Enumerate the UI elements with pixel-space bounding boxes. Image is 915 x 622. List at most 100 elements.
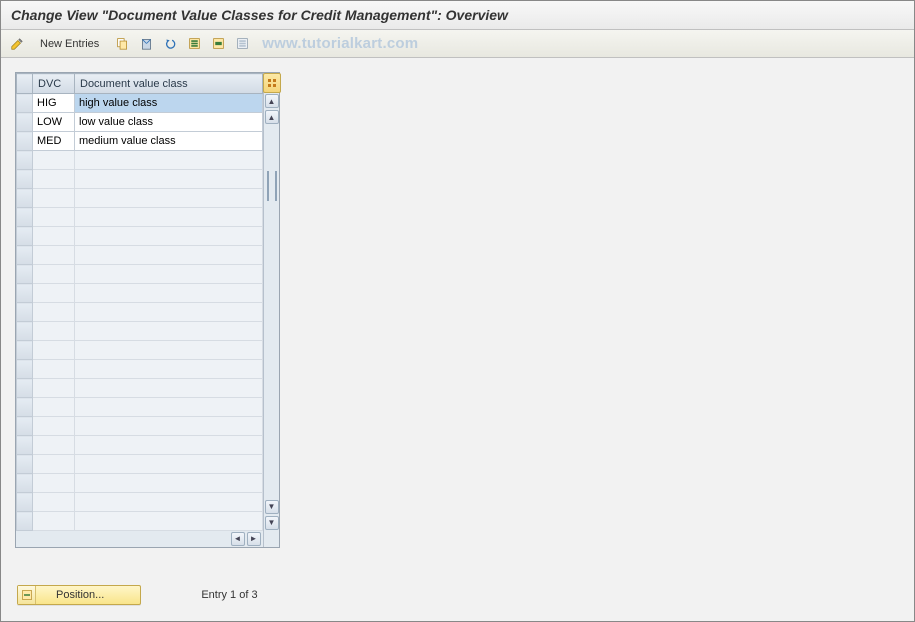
new-entries-button[interactable]: New Entries: [31, 35, 108, 53]
row-selector[interactable]: [17, 284, 33, 303]
position-button[interactable]: Position...: [17, 585, 141, 605]
row-selector[interactable]: [17, 379, 33, 398]
empty-cell[interactable]: [33, 436, 75, 455]
toggle-display-change-icon[interactable]: [7, 34, 27, 54]
empty-cell[interactable]: [33, 493, 75, 512]
empty-cell[interactable]: [75, 379, 263, 398]
empty-cell[interactable]: [75, 474, 263, 493]
empty-cell[interactable]: [33, 322, 75, 341]
undo-change-icon[interactable]: [160, 34, 180, 54]
row-selector[interactable]: [17, 208, 33, 227]
empty-cell[interactable]: [33, 151, 75, 170]
empty-cell[interactable]: [33, 284, 75, 303]
dvc-field[interactable]: [33, 94, 74, 112]
empty-cell[interactable]: [33, 189, 75, 208]
empty-cell[interactable]: [75, 322, 263, 341]
row-selector[interactable]: [17, 360, 33, 379]
table-row: [17, 474, 263, 493]
row-selector[interactable]: [17, 493, 33, 512]
empty-cell[interactable]: [33, 170, 75, 189]
empty-cell[interactable]: [33, 417, 75, 436]
row-selector[interactable]: [17, 113, 33, 132]
empty-cell[interactable]: [33, 360, 75, 379]
row-selector[interactable]: [17, 94, 33, 113]
row-selector[interactable]: [17, 189, 33, 208]
row-selector-header[interactable]: [17, 74, 33, 94]
empty-cell[interactable]: [33, 398, 75, 417]
empty-cell[interactable]: [75, 303, 263, 322]
empty-cell[interactable]: [33, 208, 75, 227]
empty-cell[interactable]: [33, 474, 75, 493]
dvc-field[interactable]: [33, 113, 74, 131]
empty-cell[interactable]: [75, 151, 263, 170]
row-selector[interactable]: [17, 417, 33, 436]
empty-cell[interactable]: [33, 341, 75, 360]
select-block-icon[interactable]: [208, 34, 228, 54]
scroll-left-icon[interactable]: ◄: [231, 532, 245, 546]
column-header-dvc[interactable]: DVC: [33, 74, 75, 94]
empty-cell[interactable]: [75, 208, 263, 227]
row-selector[interactable]: [17, 398, 33, 417]
dvc-field[interactable]: [33, 132, 74, 150]
scroll-down-icon[interactable]: ▼: [265, 516, 279, 530]
table-row: [17, 512, 263, 531]
empty-cell[interactable]: [75, 417, 263, 436]
empty-cell[interactable]: [75, 284, 263, 303]
empty-cell[interactable]: [75, 341, 263, 360]
table-configure-icon[interactable]: [263, 73, 281, 93]
row-selector[interactable]: [17, 341, 33, 360]
empty-cell[interactable]: [33, 265, 75, 284]
row-selector[interactable]: [17, 436, 33, 455]
copy-as-icon[interactable]: [112, 34, 132, 54]
row-selector[interactable]: [17, 170, 33, 189]
table-row: [17, 303, 263, 322]
row-selector[interactable]: [17, 512, 33, 531]
delete-icon[interactable]: [136, 34, 156, 54]
row-selector[interactable]: [17, 322, 33, 341]
empty-cell[interactable]: [33, 379, 75, 398]
row-selector[interactable]: [17, 227, 33, 246]
table-row: [17, 284, 263, 303]
description-field[interactable]: [75, 113, 262, 131]
row-selector[interactable]: [17, 303, 33, 322]
row-selector[interactable]: [17, 246, 33, 265]
column-header-description[interactable]: Document value class: [75, 74, 263, 94]
scroll-up-icon[interactable]: ▲: [265, 110, 279, 124]
content-area: DVC Document value class ◄ ►: [1, 58, 914, 548]
table-row: [17, 151, 263, 170]
empty-cell[interactable]: [75, 493, 263, 512]
position-button-label: Position...: [36, 589, 140, 601]
select-all-icon[interactable]: [184, 34, 204, 54]
row-selector[interactable]: [17, 151, 33, 170]
table-row: [17, 341, 263, 360]
row-selector[interactable]: [17, 265, 33, 284]
scroll-up-icon[interactable]: ▲: [265, 94, 279, 108]
scroll-right-icon[interactable]: ►: [247, 532, 261, 546]
table-row: [17, 246, 263, 265]
empty-cell[interactable]: [75, 512, 263, 531]
description-field[interactable]: [75, 94, 262, 112]
row-selector[interactable]: [17, 455, 33, 474]
empty-cell[interactable]: [33, 227, 75, 246]
empty-cell[interactable]: [33, 455, 75, 474]
empty-cell[interactable]: [33, 512, 75, 531]
empty-cell[interactable]: [75, 189, 263, 208]
empty-cell[interactable]: [75, 360, 263, 379]
empty-cell[interactable]: [75, 246, 263, 265]
table-row: [17, 379, 263, 398]
scroll-indicator: [267, 171, 277, 201]
empty-cell[interactable]: [75, 436, 263, 455]
scroll-track[interactable]: [265, 126, 279, 498]
deselect-all-icon[interactable]: [232, 34, 252, 54]
empty-cell[interactable]: [75, 227, 263, 246]
empty-cell[interactable]: [33, 303, 75, 322]
scroll-down-icon[interactable]: ▼: [265, 500, 279, 514]
row-selector[interactable]: [17, 474, 33, 493]
empty-cell[interactable]: [75, 265, 263, 284]
empty-cell[interactable]: [33, 246, 75, 265]
empty-cell[interactable]: [75, 398, 263, 417]
row-selector[interactable]: [17, 132, 33, 151]
description-field[interactable]: [75, 132, 262, 150]
empty-cell[interactable]: [75, 455, 263, 474]
empty-cell[interactable]: [75, 170, 263, 189]
